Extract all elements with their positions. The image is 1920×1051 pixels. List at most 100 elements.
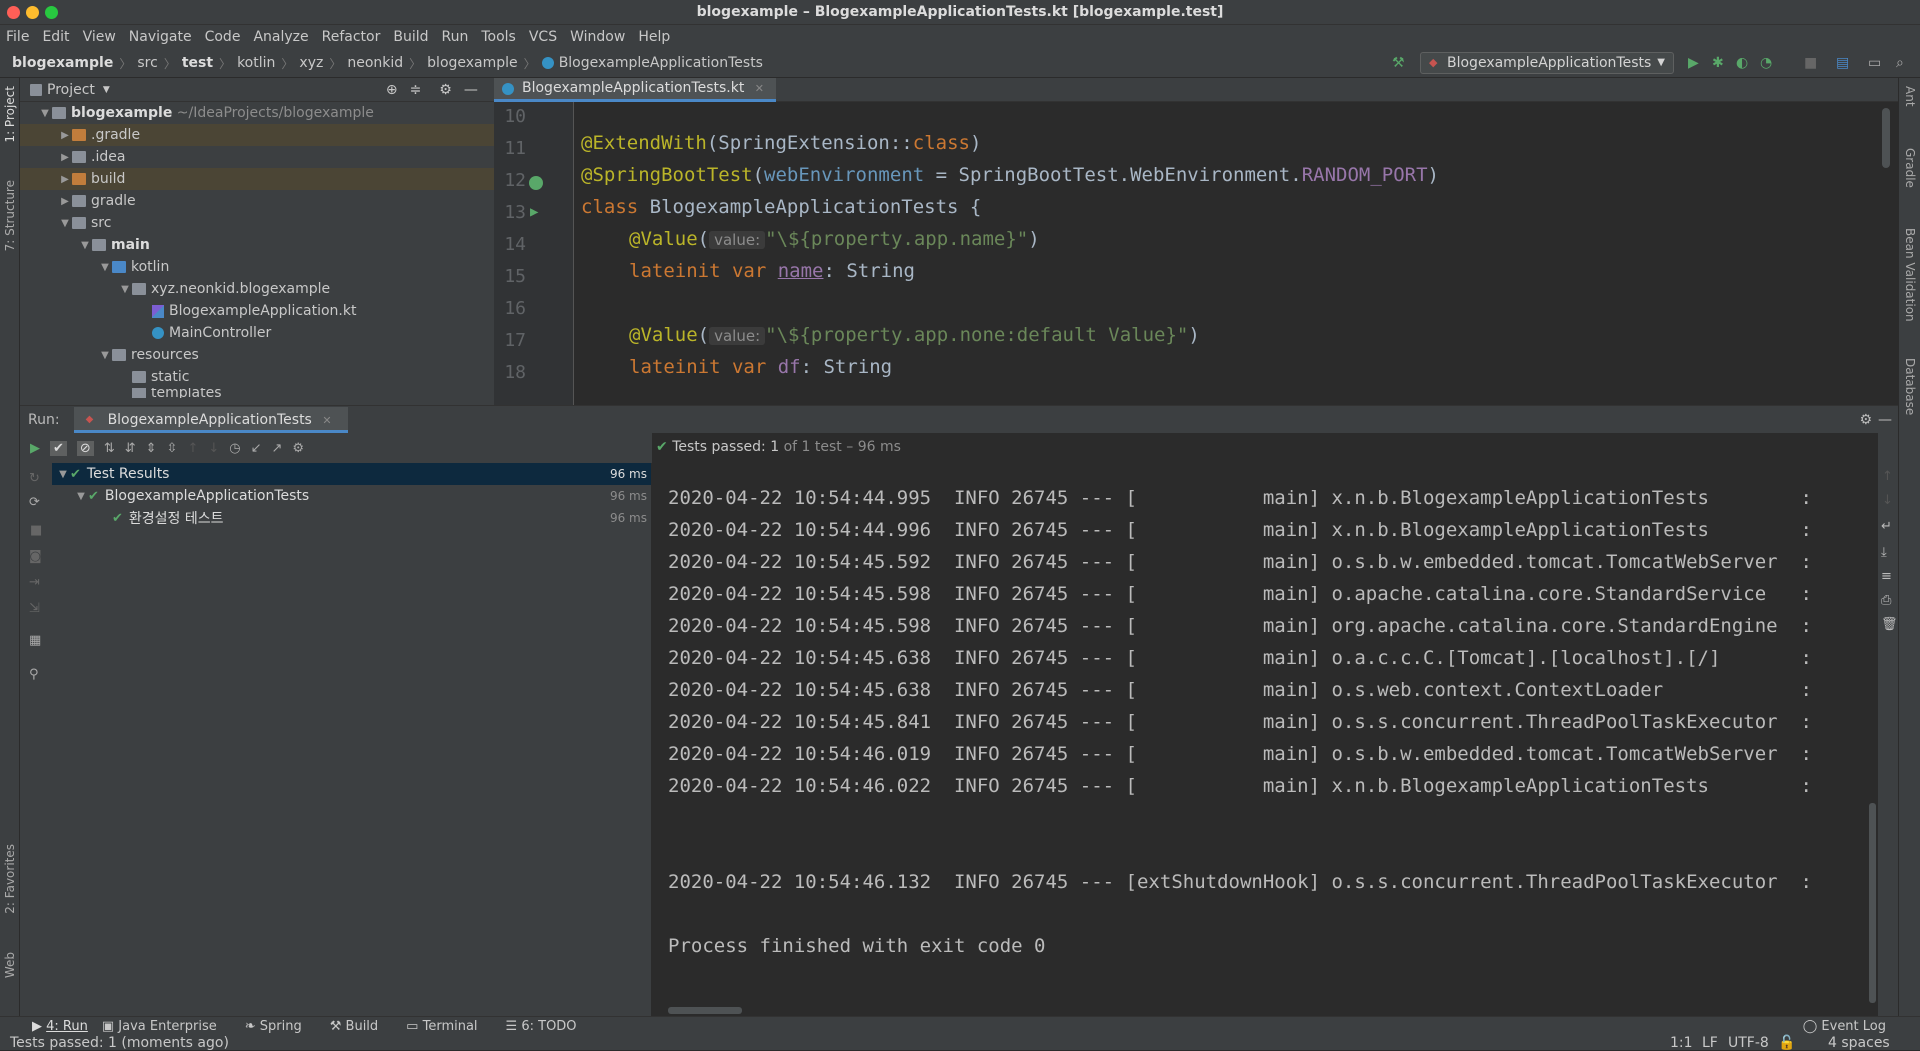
hide-icon[interactable]: — (1878, 412, 1892, 428)
soft-wrap-icon[interactable]: ↵ (1881, 519, 1892, 534)
sort-alpha-icon[interactable]: ⇅ (104, 441, 115, 456)
editor-tab[interactable]: BlogexampleApplicationTests.kt ✕ (494, 78, 777, 102)
tab-project[interactable]: 1: Project (3, 86, 17, 143)
tool-tab-spring[interactable]: ❧ Spring (245, 1019, 316, 1034)
file-encoding[interactable]: UTF-8 (1728, 1036, 1769, 1050)
tool-tab-build[interactable]: ⚒ Build (330, 1019, 392, 1034)
menu-build[interactable]: Build (393, 29, 428, 45)
export-tests-icon[interactable]: ↗ (272, 441, 283, 456)
profile-icon[interactable]: ◔ (1760, 55, 1772, 71)
locate-icon[interactable]: ⊕ (386, 82, 398, 98)
tree-item-templates[interactable]: templates (20, 388, 494, 398)
gear-icon[interactable]: ⚙ (1859, 412, 1872, 428)
project-view-select[interactable]: Project (47, 82, 95, 98)
run-configuration-select[interactable]: ◆ BlogexampleApplicationTests ▼ (1420, 52, 1674, 74)
stop-icon[interactable]: ■ (30, 523, 42, 538)
prev-failed-icon[interactable]: ↑ (187, 441, 198, 456)
tree-item-resources[interactable]: ▼ resources (20, 344, 494, 366)
run-icon[interactable]: ▶ (1688, 55, 1699, 71)
tree-item-main[interactable]: ▼ main (20, 234, 494, 256)
coverage-icon[interactable]: ◐ (1736, 55, 1748, 71)
tree-item-gradle[interactable]: ▶ gradle (20, 190, 494, 212)
collapse-all-icon[interactable]: ⇳ (167, 441, 178, 456)
import-tests-icon[interactable]: ↙ (251, 441, 262, 456)
camera-icon[interactable]: ◙ (29, 549, 42, 564)
code-line-11[interactable]: @ExtendWith(SpringExtension::class) (581, 132, 981, 154)
layout-icon[interactable]: ▭ (1868, 55, 1881, 71)
lock-icon[interactable]: 🔓 (1778, 1036, 1795, 1050)
code-line-13[interactable]: class BlogexampleApplicationTests { (581, 196, 981, 218)
tool-tab-terminal[interactable]: ▭ Terminal (406, 1019, 491, 1034)
close-icon[interactable]: ✕ (755, 82, 764, 95)
tool-tab-todo[interactable]: ☰ 6: TODO (506, 1019, 591, 1034)
test-method-item[interactable]: ✔ 환경설정 테스트 96 ms (52, 507, 651, 529)
menu-file[interactable]: File (6, 29, 29, 45)
tab-ant[interactable]: Ant (1903, 86, 1917, 107)
breadcrumb-project[interactable]: blogexample (12, 55, 113, 71)
rerun-failed-icon[interactable]: ↻ (29, 471, 40, 486)
tree-item-root[interactable]: ▼ blogexample ~/IdeaProjects/blogexample (20, 102, 494, 124)
tree-item-gradle-cache[interactable]: ▶ .gradle (20, 124, 494, 146)
test-history-icon[interactable]: ◷ (229, 441, 240, 456)
test-results-root[interactable]: ▼ ✔ Test Results 96 ms (52, 463, 651, 485)
down-icon[interactable]: ↓ (1882, 493, 1893, 508)
menu-edit[interactable]: Edit (42, 29, 69, 45)
toggle-auto-test-icon[interactable]: ⟳ (29, 495, 40, 510)
tree-item-src[interactable]: ▼ src (20, 212, 494, 234)
maximize-window-button[interactable] (45, 6, 58, 19)
menu-analyze[interactable]: Analyze (253, 29, 308, 45)
run-tab[interactable]: ◆ BlogexampleApplicationTests ✕ (73, 406, 348, 433)
layout-icon[interactable]: ▦ (29, 633, 41, 648)
up-icon[interactable]: ↑ (1882, 469, 1893, 484)
menu-view[interactable]: View (83, 29, 116, 45)
breadcrumb-src[interactable]: src (137, 55, 157, 71)
close-window-button[interactable] (7, 6, 20, 19)
project-structure-icon[interactable]: ▤ (1836, 55, 1849, 71)
print-icon[interactable]: ⎙ (1881, 593, 1891, 608)
code-line-17[interactable]: @Value(value: "\${property.app.none:defau… (629, 324, 1200, 346)
tab-bean-validation[interactable]: Bean Validation (1903, 228, 1917, 322)
tab-favorites[interactable]: 2: Favorites (3, 844, 17, 914)
tool-tab-java-enterprise[interactable]: ▣ Java Enterprise (102, 1019, 231, 1034)
test-class-item[interactable]: ▼ ✔ BlogexampleApplicationTests 96 ms (52, 485, 651, 507)
code-line-18[interactable]: lateinit var df: String (629, 356, 892, 378)
breadcrumb-blogexample[interactable]: blogexample (427, 55, 518, 71)
tab-web[interactable]: Web (3, 952, 17, 978)
collapse-all-icon[interactable]: ≑ (410, 82, 422, 98)
tree-item-package[interactable]: ▼ xyz.neonkid.blogexample (20, 278, 494, 300)
tree-item-idea[interactable]: ▶ .idea (20, 146, 494, 168)
expand-all-icon[interactable]: ⇕ (146, 441, 157, 456)
tab-database[interactable]: Database (1903, 358, 1917, 415)
breadcrumb-class[interactable]: BlogexampleApplicationTests (559, 55, 763, 71)
horizontal-scrollbar[interactable] (668, 1007, 742, 1014)
tree-item-static[interactable]: static (20, 366, 494, 388)
pin-icon[interactable]: ⚲ (29, 667, 39, 682)
code-line-15[interactable]: lateinit var name: String (629, 260, 915, 282)
vertical-scrollbar[interactable] (1869, 803, 1876, 1003)
trash-icon[interactable]: 🗑 (1881, 617, 1898, 632)
export-icon[interactable]: ⇲ (29, 601, 40, 616)
console-output[interactable]: ✔ Tests passed: 1 of 1 test – 96 ms 2020… (652, 433, 1878, 1016)
stop-icon[interactable]: ■ (1804, 55, 1817, 71)
build-hammer-icon[interactable]: ⚒ (1392, 55, 1405, 71)
breadcrumb-xyz[interactable]: xyz (299, 55, 323, 71)
menu-run[interactable]: Run (442, 29, 469, 45)
menu-refactor[interactable]: Refactor (322, 29, 381, 45)
menu-window[interactable]: Window (570, 29, 625, 45)
menu-help[interactable]: Help (638, 29, 670, 45)
minimize-window-button[interactable] (26, 6, 39, 19)
event-log-button[interactable]: ◯ Event Log (1803, 1019, 1900, 1034)
rerun-icon[interactable]: ▶ (30, 441, 40, 456)
show-ignored-icon[interactable]: ⊘ (76, 440, 94, 456)
sort-duration-icon[interactable]: ⇵ (125, 441, 136, 456)
filter-icon[interactable]: ≡ (1881, 569, 1892, 584)
tool-tab-run[interactable]: ▶ 4: Run (32, 1019, 88, 1034)
exit-icon[interactable]: ⇥ (29, 575, 40, 590)
settings-icon[interactable]: ⚙ (292, 441, 304, 456)
breadcrumb-neonkid[interactable]: neonkid (347, 55, 403, 71)
caret-position[interactable]: 1:1 (1670, 1036, 1693, 1050)
menu-code[interactable]: Code (205, 29, 241, 45)
editor-scrollbar[interactable] (1882, 108, 1890, 168)
tree-item-main-controller[interactable]: MainController (20, 322, 494, 344)
indent-setting[interactable]: 4 spaces (1828, 1036, 1890, 1050)
